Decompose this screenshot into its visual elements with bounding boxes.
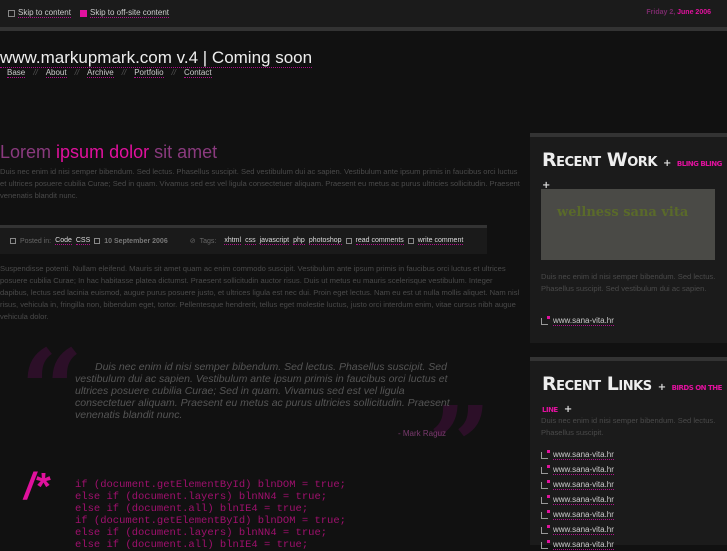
- code-block: if (document.getElementById) blnDOM = tr…: [75, 479, 346, 551]
- calendar-icon: [94, 238, 101, 244]
- tags-label: Tags:: [199, 237, 217, 245]
- posted-in-label: Posted in:: [20, 237, 52, 245]
- external-link-icon: [541, 539, 550, 549]
- write-comment-link[interactable]: write comment: [417, 237, 464, 245]
- quote-author: - Mark Raguz: [398, 429, 447, 438]
- tag-link[interactable]: css: [245, 237, 256, 245]
- external-link-icon: [541, 494, 550, 504]
- date-day: Friday 2,: [646, 9, 676, 16]
- date: Friday 2, June 2006: [646, 9, 711, 16]
- read-comments-link[interactable]: read comments: [355, 237, 404, 245]
- heading-text: Recent Work: [542, 149, 657, 171]
- nav-about[interactable]: About: [45, 68, 67, 78]
- nav-base[interactable]: Base: [7, 68, 26, 78]
- top-bar: Skip to content Skip to off-site content…: [0, 0, 727, 27]
- work-link[interactable]: www.sana-vita.hr: [541, 315, 614, 326]
- link-text[interactable]: www.sana-vita.hr: [553, 540, 614, 550]
- external-link-icon: [541, 479, 550, 489]
- external-link-icon: [541, 464, 550, 474]
- offsite-icon: [80, 9, 87, 17]
- link-item[interactable]: www.sana-vita.hr: [541, 479, 614, 490]
- open-quote-icon: “: [20, 325, 84, 454]
- external-link-icon: [541, 509, 550, 519]
- post-title: Lorem ipsum dolor sit amet: [0, 142, 217, 163]
- heading-text: Recent Links: [542, 373, 652, 395]
- link-item[interactable]: www.sana-vita.hr: [541, 524, 614, 535]
- nav-portfolio[interactable]: Portfolio: [134, 68, 164, 78]
- tag-link[interactable]: xhtml: [224, 237, 242, 245]
- external-link-icon: [541, 449, 550, 459]
- title-part: Lorem: [0, 142, 52, 162]
- thumbnail-logo-text: wellness sana vita: [557, 205, 689, 220]
- link-text[interactable]: www.sana-vita.hr: [553, 510, 614, 520]
- link-text[interactable]: www.sana-vita.hr: [553, 465, 614, 475]
- link-item[interactable]: www.sana-vita.hr: [541, 464, 614, 475]
- skip-to-content-link[interactable]: Skip to content: [8, 8, 71, 18]
- category-link[interactable]: CSS: [75, 237, 91, 245]
- recent-work-panel: Recent Work + BLING BLING + wellness sana…: [530, 133, 727, 343]
- post-body: Suspendisse potenti. Nullam eleifend. Ma…: [0, 264, 520, 321]
- tag-link[interactable]: php: [293, 237, 305, 245]
- title-part: ipsum dolor: [56, 142, 150, 162]
- blockquote: Duis nec enim id nisi semper bibendum. S…: [75, 361, 450, 421]
- site-title[interactable]: www.markupmark.com v.4 | Coming soon: [0, 48, 313, 68]
- nav-contact[interactable]: Contact: [184, 68, 212, 78]
- nav-sep: //: [171, 68, 176, 77]
- tag-link[interactable]: photoshop: [308, 237, 342, 245]
- link-text[interactable]: www.sana-vita.hr: [553, 525, 614, 535]
- external-link-icon: [541, 315, 550, 325]
- post-meta-bar: Posted in: Code CSS 10 September 2006 ⊘ …: [0, 225, 487, 254]
- folder-icon: [10, 238, 16, 244]
- tag-link[interactable]: javascript: [259, 237, 290, 245]
- heading-tag: BLING BLING: [676, 160, 722, 168]
- external-link-icon: [541, 524, 550, 534]
- link-item[interactable]: www.sana-vita.hr: [541, 539, 614, 550]
- recent-links-panel: Recent Links + BIRDS ON THE LINE + Duis n…: [530, 357, 727, 550]
- link-text[interactable]: www.sana-vita.hr: [553, 450, 614, 460]
- nav-sep: //: [33, 68, 38, 77]
- skip-offsite-link[interactable]: Skip to off-site content: [80, 8, 170, 18]
- date-month: June 2006: [677, 9, 711, 16]
- links-description: Duis nec enim id nisi semper bibendum. S…: [541, 416, 716, 437]
- recent-links-heading: Recent Links + BIRDS ON THE LINE +: [542, 373, 722, 415]
- title-part: sit amet: [154, 142, 218, 162]
- work-thumbnail[interactable]: wellness sana vita: [541, 189, 715, 260]
- post-date: 10 September 2006: [104, 237, 168, 245]
- nav-sep: //: [74, 68, 80, 77]
- link-text[interactable]: www.sana-vita.hr: [553, 495, 614, 505]
- nav-archive[interactable]: Archive: [87, 68, 114, 78]
- recent-work-heading: Recent Work + BLING BLING +: [542, 149, 722, 191]
- category-link[interactable]: Code: [55, 237, 72, 245]
- main-nav: Base // About // Archive // Portfolio // Con…: [7, 68, 212, 78]
- divider: [0, 27, 727, 31]
- code-comment-mark: /*: [24, 466, 50, 508]
- work-link-text[interactable]: www.sana-vita.hr: [553, 316, 614, 326]
- comments-icon: [345, 238, 352, 244]
- link-item[interactable]: www.sana-vita.hr: [541, 449, 614, 460]
- write-icon: [407, 238, 414, 244]
- page-icon: [8, 9, 15, 17]
- link-text[interactable]: www.sana-vita.hr: [553, 480, 614, 490]
- link-item[interactable]: www.sana-vita.hr: [541, 494, 614, 505]
- skip-offsite-text[interactable]: Skip to off-site content: [90, 8, 170, 18]
- post-intro: Duis nec enim id nisi semper bibendum. S…: [0, 167, 520, 200]
- nav-sep: //: [121, 68, 127, 77]
- work-description: Duis nec enim id nisi semper bibendum. S…: [541, 272, 716, 293]
- link-item[interactable]: www.sana-vita.hr: [541, 509, 614, 520]
- skip-content-text[interactable]: Skip to content: [18, 8, 71, 18]
- tag-icon: ⊘: [189, 238, 196, 245]
